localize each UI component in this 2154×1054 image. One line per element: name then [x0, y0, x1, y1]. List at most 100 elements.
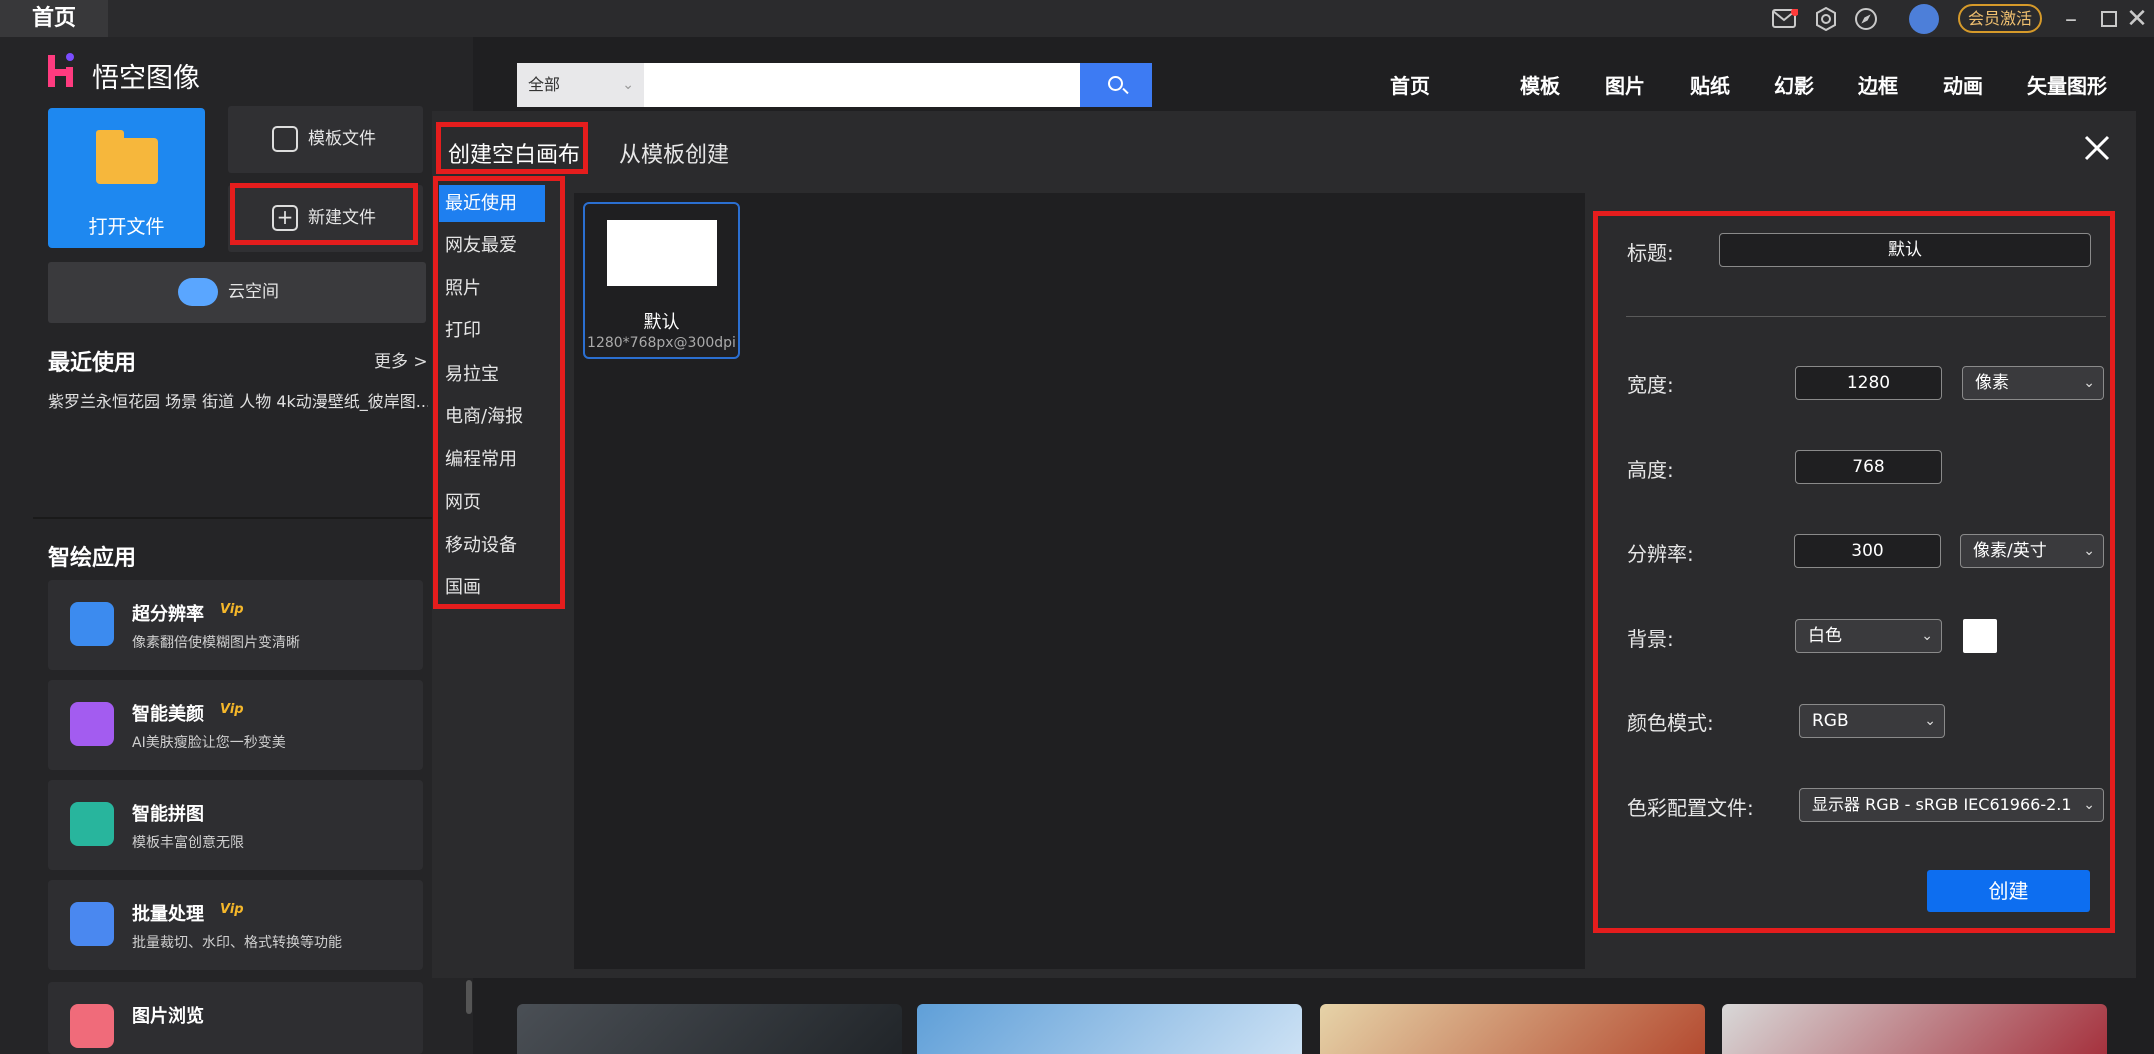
app-logo	[46, 51, 76, 89]
ai-item-collage[interactable]: 智能拼图 模板丰富创意无限	[48, 780, 423, 870]
template-file-button[interactable]: 模板文件	[228, 106, 423, 173]
category-recent[interactable]: 最近使用	[439, 185, 545, 222]
width-unit-select[interactable]: 像素 ⌄	[1962, 366, 2104, 400]
category-programming[interactable]: 编程常用	[439, 441, 545, 478]
category-print[interactable]: 打印	[439, 312, 545, 349]
nav-phantom[interactable]: 幻影	[1774, 70, 1814, 99]
vip-activate-button[interactable]: 会员激活	[1958, 4, 2042, 33]
chevron-down-icon: ⌄	[2083, 375, 2095, 391]
background-label: 背景:	[1627, 627, 1674, 651]
nav-stickers[interactable]: 贴纸	[1690, 70, 1730, 99]
cloud-icon	[178, 278, 218, 306]
chevron-down-icon: ⌄	[2083, 543, 2095, 559]
category-favorites[interactable]: 网友最爱	[439, 227, 545, 264]
plus-icon: +	[272, 205, 298, 231]
folder-icon	[96, 130, 158, 184]
recent-title: 最近使用	[48, 351, 137, 376]
preset-card-default[interactable]: 默认 1280*768px@300dpi	[583, 202, 740, 359]
nav-templates[interactable]: 模板	[1520, 70, 1560, 99]
open-file-button[interactable]: 打开文件	[48, 108, 205, 248]
color-mode-label: 颜色模式:	[1627, 711, 1714, 735]
app-window: 首页 会员激活 – ✕ 悟空图像 打开文件 模板文件 + 新建文件 云空间 最近…	[0, 0, 2154, 1054]
sidebar-scrollbar[interactable]	[466, 980, 472, 1014]
height-input[interactable]: 768	[1795, 450, 1942, 484]
ai-item-subtitle: 批量裁切、水印、格式转换等功能	[132, 935, 342, 951]
search-icon	[1108, 76, 1123, 91]
app-name: 悟空图像	[92, 63, 200, 94]
gallery-icon	[70, 1004, 114, 1048]
ai-apps-title: 智绘应用	[48, 546, 137, 571]
color-profile-label: 色彩配置文件:	[1627, 796, 1754, 820]
search-button[interactable]	[1080, 63, 1152, 107]
recent-item[interactable]: 紫罗兰永恒花园 场景 街道 人物 4k动漫壁纸_彼岸图...	[48, 388, 428, 412]
category-photo[interactable]: 照片	[439, 270, 545, 307]
ai-item-browse[interactable]: 图片浏览	[48, 982, 423, 1054]
ai-item-super-resolution[interactable]: 超分辨率 Vip 像素翻倍使模糊图片变清晰	[48, 580, 423, 670]
dialog-close-icon[interactable]	[2082, 134, 2112, 164]
ai-item-batch[interactable]: 批量处理 Vip 批量裁切、水印、格式转换等功能	[48, 880, 423, 970]
ai-item-subtitle: 像素翻倍使模糊图片变清晰	[132, 635, 300, 651]
divider	[33, 517, 473, 519]
vip-badge: Vip	[220, 702, 244, 717]
ai-item-beauty[interactable]: 智能美颜 Vip AI美肤瘦脸让您一秒变美	[48, 680, 423, 770]
tab-home[interactable]: 首页	[0, 0, 108, 37]
maximize-icon[interactable]	[2094, 4, 2124, 34]
gallery-thumbnail[interactable]	[1320, 1004, 1705, 1054]
search-input[interactable]	[644, 63, 1080, 107]
ai-item-title: 图片浏览	[132, 1006, 204, 1027]
background-select[interactable]: 白色 ⌄	[1795, 619, 1942, 653]
nav-home[interactable]: 首页	[1390, 70, 1430, 99]
nav-animation[interactable]: 动画	[1943, 70, 1983, 99]
resolution-input[interactable]: 300	[1794, 534, 1941, 568]
cloud-space-button[interactable]: 云空间	[48, 262, 426, 323]
background-color-swatch[interactable]	[1963, 619, 1997, 653]
close-icon[interactable]: ✕	[2122, 4, 2152, 34]
search-scope-select[interactable]: 全部 ⌄	[517, 63, 644, 107]
minimize-icon[interactable]: –	[2056, 4, 2086, 34]
category-chinese-painting[interactable]: 国画	[439, 569, 545, 606]
search-scope-value: 全部	[528, 75, 561, 94]
chevron-down-icon: ⌄	[1924, 713, 1936, 729]
category-rollup-banner[interactable]: 易拉宝	[439, 356, 545, 393]
create-button[interactable]: 创建	[1927, 870, 2090, 912]
category-ecommerce-poster[interactable]: 电商/海报	[439, 398, 545, 435]
width-label: 宽度:	[1627, 373, 1674, 397]
new-file-label: 新建文件	[308, 208, 376, 228]
avatar[interactable]	[1909, 4, 1939, 34]
tab-create-blank[interactable]: 创建空白画布	[448, 137, 580, 169]
ai-item-subtitle: AI美肤瘦脸让您一秒变美	[132, 735, 286, 751]
gallery-thumbnail[interactable]	[917, 1004, 1302, 1054]
resolution-unit-select[interactable]: 像素/英寸 ⌄	[1960, 534, 2104, 568]
layers-icon	[70, 902, 114, 946]
settings-icon[interactable]	[1811, 4, 1841, 34]
gallery-thumbnail[interactable]	[517, 1004, 902, 1054]
nav-images[interactable]: 图片	[1605, 70, 1645, 99]
color-profile-select[interactable]: 显示器 RGB - sRGB IEC61966-2.1 ⌄	[1799, 788, 2104, 822]
nav-vector[interactable]: 矢量图形	[2027, 70, 2107, 99]
ai-item-title: 智能美颜	[132, 704, 204, 725]
template-file-label: 模板文件	[308, 129, 376, 149]
gallery-thumbnail[interactable]	[1722, 1004, 2107, 1054]
title-label: 标题:	[1627, 241, 1674, 265]
ai-item-title: 超分辨率	[132, 604, 204, 625]
mail-icon[interactable]	[1770, 4, 1800, 34]
color-mode-select[interactable]: RGB ⌄	[1799, 704, 1945, 738]
new-file-button[interactable]: + 新建文件	[228, 185, 423, 252]
recent-more-link[interactable]: 更多 >	[374, 347, 428, 372]
ai-item-subtitle: 模板丰富创意无限	[132, 835, 244, 851]
preset-thumbnail	[607, 220, 717, 286]
chevron-down-icon: ⌄	[622, 77, 634, 93]
nav-frames[interactable]: 边框	[1858, 70, 1898, 99]
title-input[interactable]: 默认	[1719, 233, 2091, 267]
chevron-down-icon: ⌄	[2083, 797, 2095, 813]
width-input[interactable]: 1280	[1795, 366, 1942, 400]
category-web[interactable]: 网页	[439, 484, 545, 521]
open-file-label: 打开文件	[88, 216, 165, 238]
color-profile-value: 显示器 RGB - sRGB IEC61966-2.1	[1812, 795, 2072, 814]
vip-badge: Vip	[220, 902, 244, 917]
preset-size: 1280*768px@300dpi	[587, 335, 736, 351]
compass-icon[interactable]	[1851, 4, 1881, 34]
cloud-space-label: 云空间	[228, 282, 279, 302]
category-mobile[interactable]: 移动设备	[439, 527, 545, 564]
tab-from-template[interactable]: 从模板创建	[619, 137, 729, 169]
